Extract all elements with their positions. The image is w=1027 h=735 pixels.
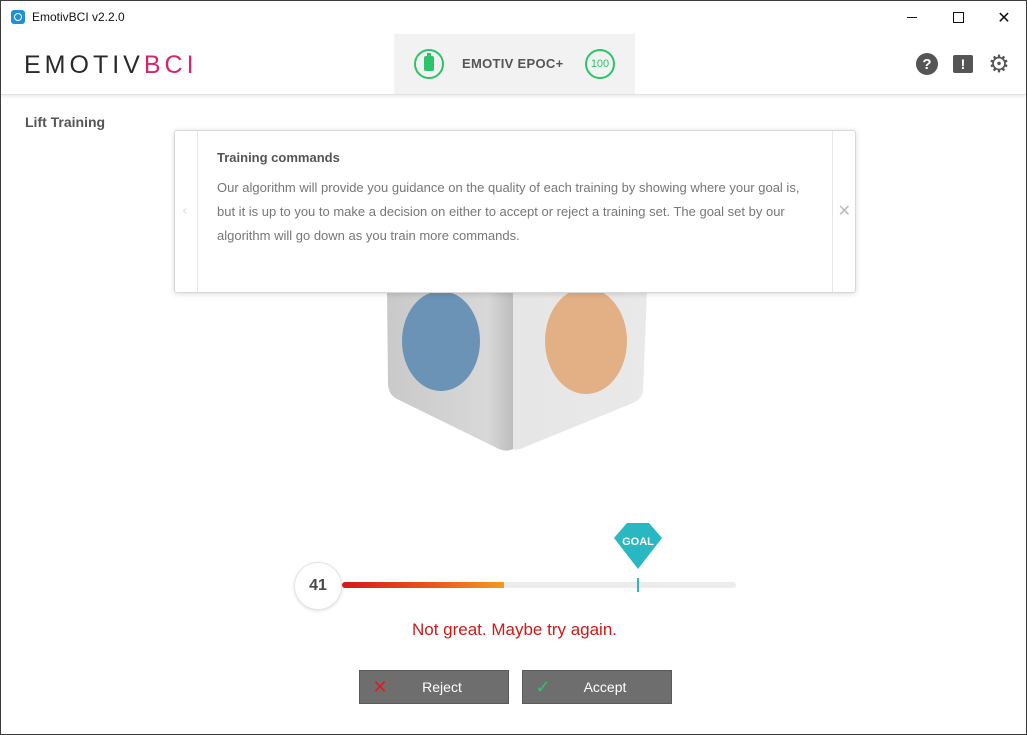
feedback-message: Not great. Maybe try again. [411,620,618,639]
score-value: 41 [294,562,342,610]
close-window-button[interactable]: ✕ [981,1,1026,34]
logo: EMOTIVBCI [24,51,198,79]
tooltip-body: Our algorithm will provide you guidance … [217,180,800,243]
help-button[interactable]: ? [916,53,938,75]
goal-marker [637,578,639,592]
training-commands-tooltip: ‹ ✕ Training commands Our algorithm will… [174,130,856,293]
page-title: Lift Training [25,114,106,130]
signal-quality-badge: 100 [585,49,615,79]
notifications-button[interactable]: ! [952,53,974,75]
device-status-panel[interactable]: EMOTIV EPOC+ 100 [394,34,635,94]
tooltip-title: Training commands [217,150,340,165]
score-bar-fill [342,582,504,588]
settings-button[interactable]: ⚙ [988,50,1010,78]
maximize-button[interactable] [935,1,981,34]
score-bar [342,578,736,592]
goal-badge: GOAL [613,522,663,570]
app-icon [11,10,25,24]
accept-button[interactable]: ✓ Accept [522,670,672,704]
tooltip-close-icon[interactable]: ✕ [838,201,851,220]
minimize-icon [907,17,917,18]
maximize-icon [952,12,964,23]
help-icon: ? [916,53,938,75]
cube-orange-spot [545,288,627,394]
tooltip-prev-icon[interactable]: ‹ [182,203,188,219]
alert-icon: ! [953,55,973,73]
cube-blue-spot [402,291,480,391]
device-name: EMOTIV EPOC+ [462,56,564,71]
close-icon: ✕ [997,8,1011,27]
app-window: EmotivBCI v2.2.0 ✕ EMOTIVBCI EMOTIV EPOC… [0,0,1027,735]
check-icon: ✓ [535,676,551,697]
gear-icon: ⚙ [988,50,1010,78]
minimize-button[interactable] [889,1,935,34]
app-header: EMOTIVBCI EMOTIV EPOC+ 100 ? ! ⚙ [1,34,1026,95]
window-title: EmotivBCI v2.2.0 [32,10,125,24]
goal-label: GOAL [622,536,654,548]
x-icon: ✕ [372,676,388,697]
reject-button[interactable]: ✕ Reject [359,670,509,704]
battery-icon [414,49,444,79]
title-bar: EmotivBCI v2.2.0 ✕ [1,1,1026,34]
